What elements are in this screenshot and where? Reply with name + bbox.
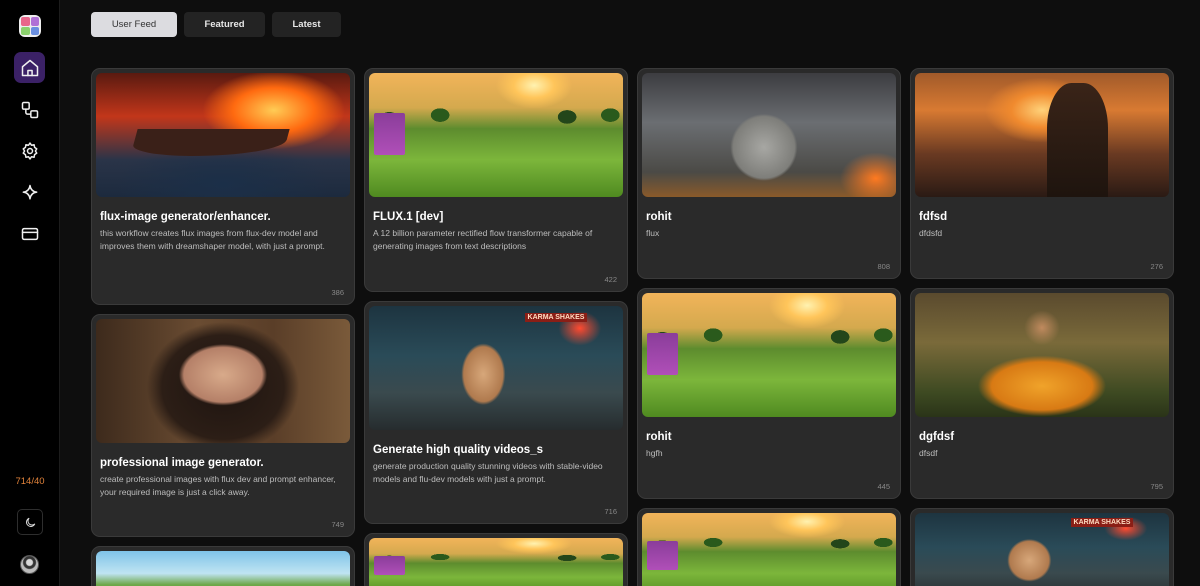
card-image	[369, 73, 623, 197]
sidebar: 714/40	[0, 0, 60, 586]
card-description: dfdsfd	[919, 228, 943, 238]
tab-latest[interactable]: Latest	[272, 12, 341, 37]
card-image	[642, 513, 896, 586]
card-image	[96, 319, 350, 443]
card-description: generate production quality stunning vid…	[373, 461, 603, 484]
card-count: 276	[1150, 262, 1163, 271]
workflow-icon	[21, 101, 38, 118]
card-image: KARMA SHAKES	[369, 306, 623, 430]
workflow-card[interactable]: flux-image generator/enhancer. this work…	[91, 68, 355, 305]
card-description: this workflow creates flux images from f…	[100, 228, 325, 251]
sparkle-icon	[22, 184, 37, 200]
workflow-card[interactable]: professional image generator. create pro…	[91, 314, 355, 537]
card-count: 386	[331, 288, 344, 297]
theme-toggle-button[interactable]	[17, 509, 43, 535]
card-count: 445	[877, 482, 890, 491]
workflow-card[interactable]	[637, 508, 901, 586]
gear-icon	[22, 141, 37, 160]
card-title: professional image generator.	[100, 457, 264, 469]
card-description: flux	[646, 228, 660, 238]
card-image	[642, 73, 896, 197]
card-image: KARMA SHAKES	[915, 513, 1169, 586]
moon-icon	[25, 517, 35, 527]
workflow-card[interactable]: rohit flux 808	[637, 68, 901, 279]
card-image	[915, 73, 1169, 197]
workflow-card[interactable]: rohit hgfh 445	[637, 288, 901, 499]
card-description: hgfh	[646, 448, 663, 458]
home-icon	[21, 59, 38, 76]
credit-card-icon	[21, 227, 38, 240]
card-title: Generate high quality videos_s	[373, 444, 543, 456]
feed-tabs: User Feed Featured Latest	[91, 12, 341, 37]
workflows-nav-button[interactable]	[14, 94, 45, 125]
card-count: 749	[331, 520, 344, 529]
shop-sign: KARMA SHAKES	[1070, 518, 1134, 528]
tab-featured[interactable]: Featured	[184, 12, 265, 37]
card-title: rohit	[646, 211, 672, 223]
card-image	[642, 293, 896, 417]
card-count: 795	[1150, 482, 1163, 491]
card-title: FLUX.1 [dev]	[373, 211, 444, 223]
card-image	[96, 73, 350, 197]
workflow-card[interactable]: KARMA SHAKES	[910, 508, 1174, 586]
card-title: fdfsd	[919, 211, 948, 223]
card-title: rohit	[646, 431, 672, 443]
card-image	[96, 551, 350, 586]
workflow-card[interactable]: KARMA SHAKES Generate high quality video…	[364, 301, 628, 524]
user-avatar[interactable]	[20, 555, 39, 574]
tab-user-feed[interactable]: User Feed	[91, 12, 177, 37]
card-count: 808	[877, 262, 890, 271]
workflow-card[interactable]: dgfdsf dfsdf 795	[910, 288, 1174, 499]
card-description: create professional images with flux dev…	[100, 474, 336, 497]
workflow-card[interactable]: fdfsd dfdsfd 276	[910, 68, 1174, 279]
generate-nav-button[interactable]	[14, 177, 45, 208]
card-description: A 12 billion parameter rectified flow tr…	[373, 228, 593, 251]
shop-sign: KARMA SHAKES	[524, 313, 588, 323]
card-count: 422	[604, 275, 617, 284]
card-title: dgfdsf	[919, 431, 955, 443]
app-logo[interactable]	[19, 15, 41, 37]
card-description: dfsdf	[919, 448, 938, 458]
settings-nav-button[interactable]	[14, 135, 45, 166]
workflow-card[interactable]	[91, 546, 355, 586]
card-count: 716	[604, 507, 617, 516]
home-nav-button[interactable]	[14, 52, 45, 83]
workflow-card[interactable]: FLUX.1 [dev] A 12 billion parameter rect…	[364, 68, 628, 292]
workflow-card[interactable]	[364, 533, 628, 586]
card-image	[369, 538, 623, 586]
card-title: flux-image generator/enhancer.	[100, 211, 271, 223]
billing-nav-button[interactable]	[14, 218, 45, 249]
credits-counter: 714/40	[15, 476, 45, 487]
card-image	[915, 293, 1169, 417]
